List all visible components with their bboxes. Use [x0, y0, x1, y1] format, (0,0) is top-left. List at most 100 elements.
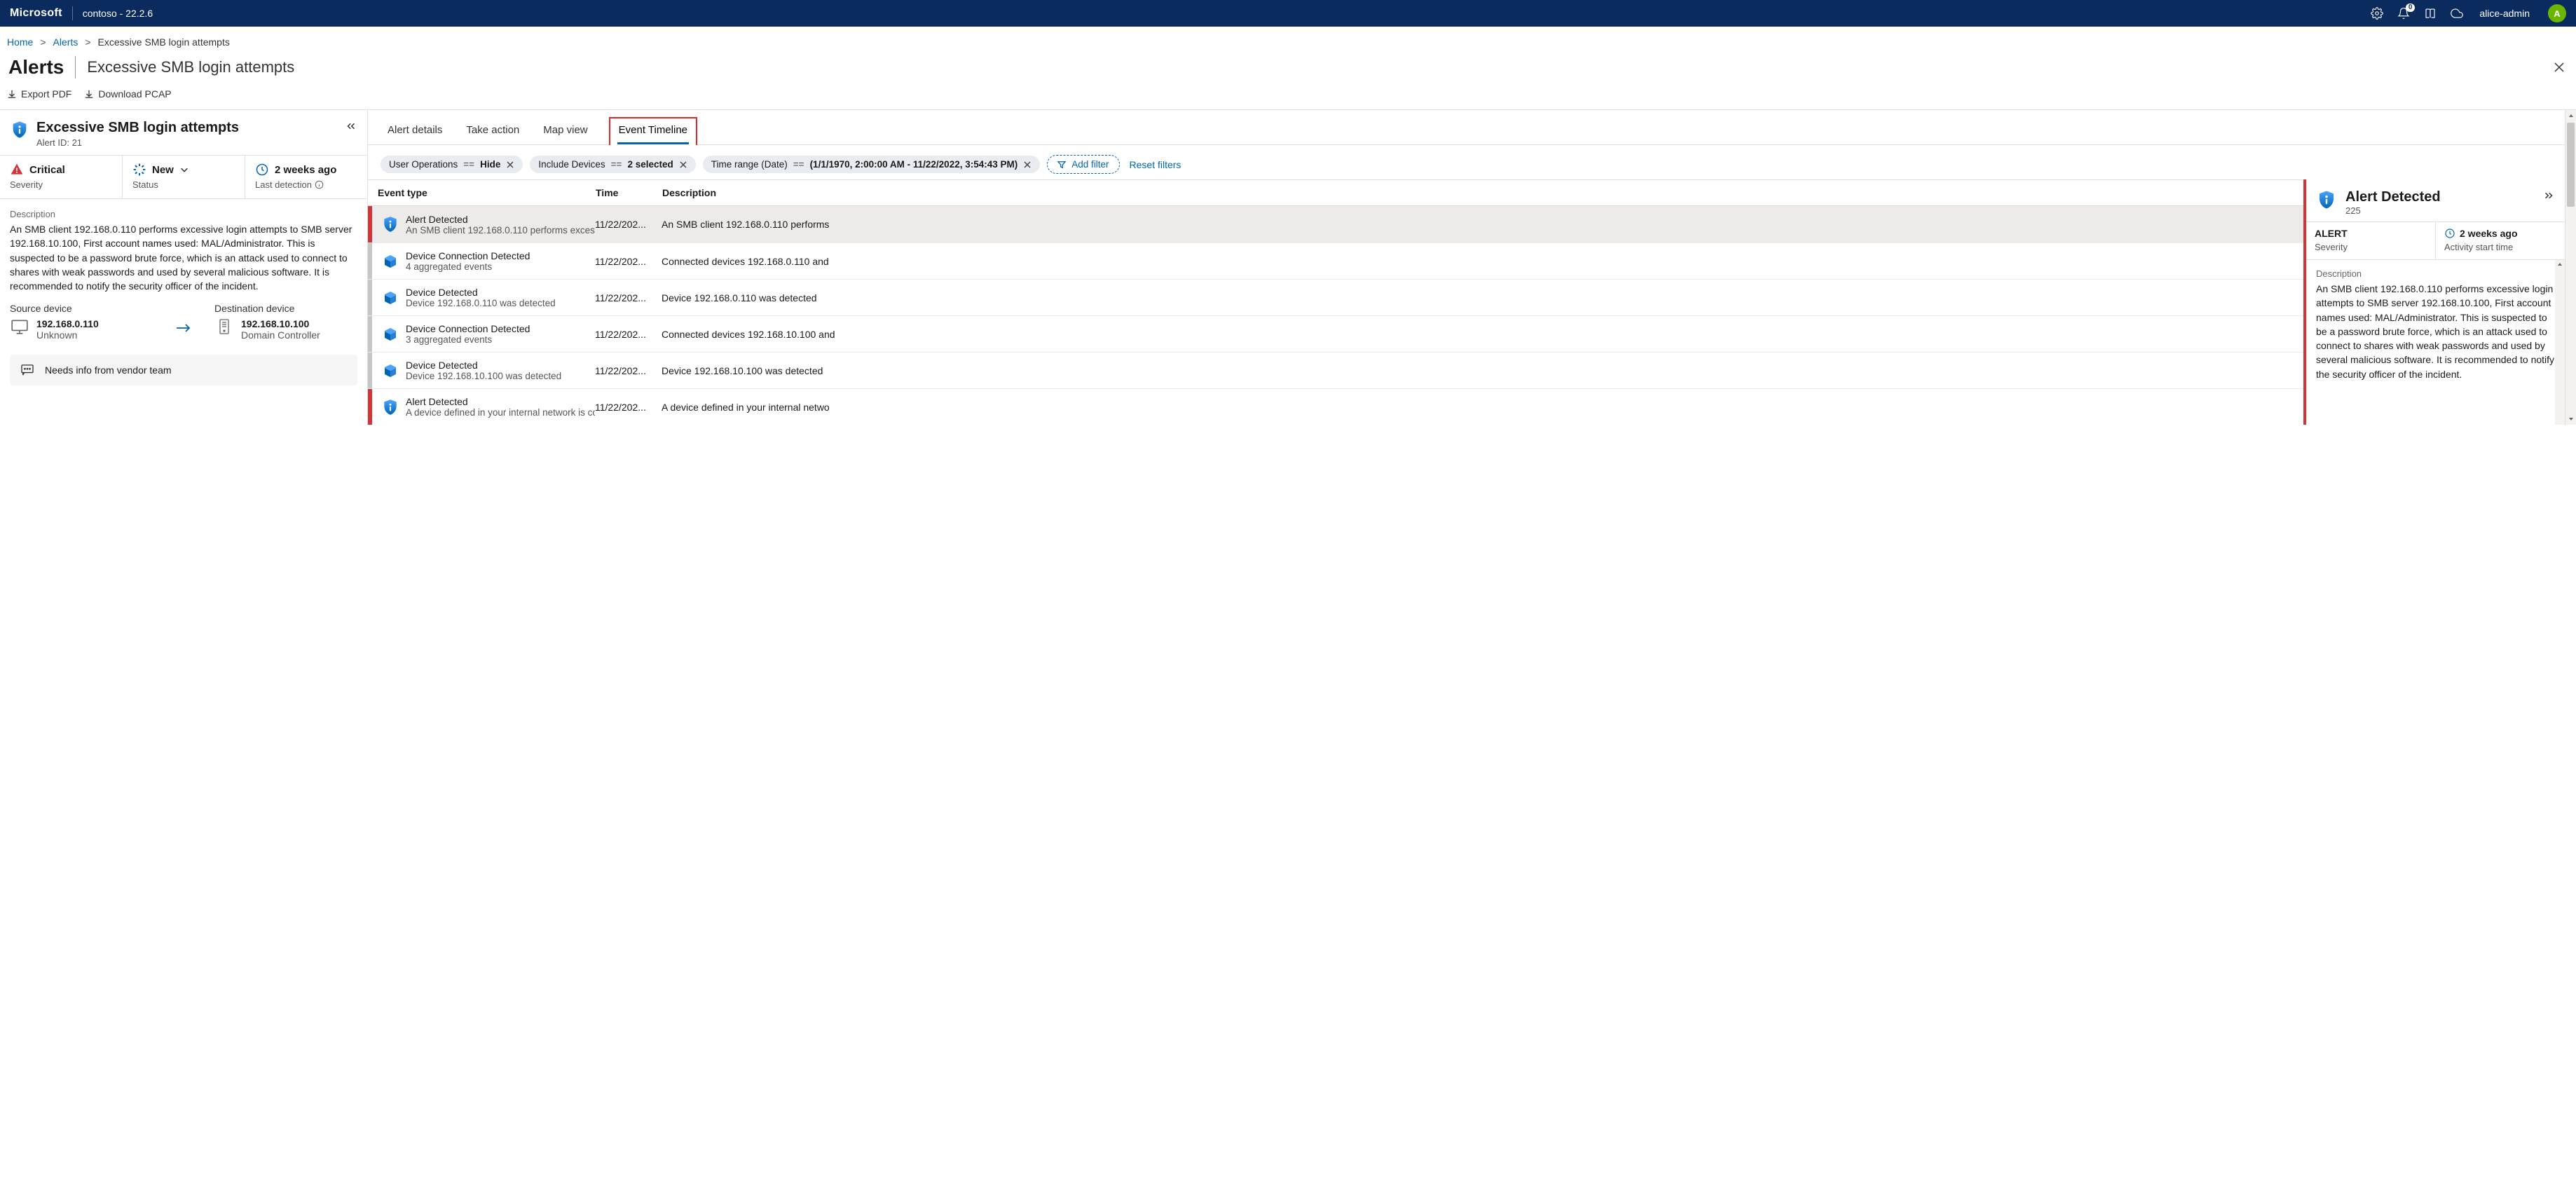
page-scrollbar[interactable] — [2565, 110, 2576, 425]
command-bar: Export PDF Download PCAP — [0, 84, 2576, 109]
table-row[interactable]: Device Connection Detected4 aggregated e… — [368, 243, 2306, 279]
tab-bar: Alert details Take action Map view Event… — [368, 110, 2565, 145]
export-pdf-button[interactable]: Export PDF — [7, 88, 71, 100]
cloud-icon — [2451, 7, 2463, 20]
user-name-label: alice-admin — [2479, 8, 2530, 19]
filter-chip-include-devices[interactable]: Include Devices == 2 selected — [530, 156, 695, 173]
library-button[interactable] — [2423, 6, 2437, 20]
row-time: 11/22/202... — [595, 329, 662, 340]
close-button[interactable] — [2551, 59, 2568, 76]
remove-filter-icon[interactable] — [679, 161, 687, 169]
download-icon — [7, 89, 17, 99]
tenant-label: contoso - 22.2.6 — [83, 8, 153, 19]
row-description: Device 192.168.10.100 was detected — [662, 365, 2298, 376]
needs-info-banner[interactable]: Needs info from vendor team — [10, 355, 357, 385]
table-row[interactable]: Alert DetectedA device defined in your i… — [368, 388, 2306, 425]
close-icon — [2554, 62, 2565, 73]
event-detail-panel: Alert Detected 225 ALERT Severity — [2306, 179, 2565, 425]
col-header-description[interactable]: Description — [662, 187, 2298, 198]
tab-take-action[interactable]: Take action — [463, 117, 522, 144]
last-detection-label: Last detection — [255, 179, 312, 190]
status-dropdown-button[interactable] — [179, 165, 189, 175]
filter-chip-user-operations[interactable]: User Operations == Hide — [381, 156, 523, 173]
row-time: 11/22/202... — [595, 292, 662, 303]
alert-id: Alert ID: 21 — [36, 137, 239, 148]
table-row[interactable]: Device Detected Device 192.168.10.100 was… — [368, 352, 2306, 388]
expand-detail-button[interactable] — [2542, 189, 2555, 216]
row-subtitle: 3 aggregated events — [406, 334, 595, 345]
comment-icon — [21, 364, 34, 376]
table-row[interactable]: Device DetectedDevice 192.168.0.110 was … — [368, 279, 2306, 315]
status-value: New — [152, 164, 174, 176]
filter-chip-time-range[interactable]: Time range (Date) == (1/1/1970, 2:00:00 … — [703, 156, 1041, 173]
row-title: Device Detected — [406, 360, 595, 371]
breadcrumb: Home > Alerts > Excessive SMB login atte… — [0, 27, 2576, 53]
critical-icon — [10, 163, 24, 177]
cloud-button[interactable] — [2450, 6, 2464, 20]
user-avatar[interactable]: A — [2548, 4, 2566, 22]
page-header: Alerts Excessive SMB login attempts — [0, 53, 2576, 84]
table-row[interactable]: Alert DetectedAn SMB client 192.168.0.11… — [368, 206, 2306, 243]
detail-scrollbar[interactable] — [2555, 260, 2565, 425]
notifications-button[interactable]: 0 — [2397, 6, 2411, 20]
destination-role: Domain Controller — [241, 329, 320, 341]
destination-device-heading: Destination device — [214, 303, 357, 314]
info-icon[interactable] — [315, 180, 324, 189]
device-cube-icon — [375, 253, 406, 270]
row-subtitle: Device 192.168.0.110 was detected — [406, 298, 595, 308]
breadcrumb-home[interactable]: Home — [7, 36, 33, 48]
alert-shield-icon — [10, 120, 29, 139]
tab-event-timeline[interactable]: Event Timeline — [609, 117, 697, 145]
row-description: A device defined in your internal netwo — [662, 402, 2298, 413]
row-time: 11/22/202... — [595, 219, 662, 230]
tab-alert-details[interactable]: Alert details — [385, 117, 445, 144]
page-subtitle: Excessive SMB login attempts — [87, 58, 294, 76]
nav-divider — [72, 6, 73, 20]
row-title: Device Connection Detected — [406, 250, 595, 261]
col-header-event[interactable]: Event type — [375, 187, 596, 198]
row-description: An SMB client 192.168.0.110 performs — [662, 219, 2298, 230]
settings-button[interactable] — [2370, 6, 2384, 20]
add-filter-button[interactable]: Add filter — [1047, 155, 1119, 174]
device-cube-icon — [375, 362, 406, 379]
tab-map-view[interactable]: Map view — [540, 117, 590, 144]
row-description: Connected devices 192.168.0.110 and — [662, 256, 2298, 267]
col-header-time[interactable]: Time — [596, 187, 662, 198]
row-subtitle: An SMB client 192.168.0.110 performs exc… — [406, 225, 595, 235]
row-description: Device 192.168.0.110 was detected — [662, 292, 2298, 303]
download-icon — [84, 89, 94, 99]
source-device-heading: Source device — [10, 303, 153, 314]
row-title: Alert Detected — [406, 214, 595, 225]
detail-description-body: An SMB client 192.168.0.110 performs exc… — [2316, 282, 2555, 381]
detail-activity-label: Activity start time — [2444, 242, 2556, 252]
remove-filter-icon[interactable] — [506, 161, 514, 169]
alert-shield-icon — [2316, 189, 2337, 210]
detail-title: Alert Detected — [2345, 189, 2441, 205]
table-row[interactable]: Device Connection Detected3 aggregated e… — [368, 315, 2306, 352]
reset-filters-button[interactable]: Reset filters — [1130, 159, 1181, 170]
clock-icon — [255, 163, 269, 177]
breadcrumb-alerts[interactable]: Alerts — [53, 36, 78, 48]
remove-filter-icon[interactable] — [1023, 161, 1032, 169]
severity-label: Severity — [10, 179, 112, 190]
collapse-panel-button[interactable] — [345, 120, 357, 135]
detail-description-heading: Description — [2316, 268, 2555, 279]
alert-title: Excessive SMB login attempts — [36, 120, 239, 136]
filter-icon — [1057, 161, 1066, 169]
connection-arrow-icon — [170, 303, 198, 334]
alert-shield-icon — [375, 398, 406, 416]
description-heading: Description — [10, 209, 357, 219]
severity-value: Critical — [29, 164, 65, 176]
filter-bar: User Operations == Hide Include Devices … — [368, 145, 2565, 179]
detail-activity-value: 2 weeks ago — [2460, 228, 2518, 239]
detail-number: 225 — [2345, 205, 2441, 216]
row-time: 11/22/202... — [595, 256, 662, 267]
chevron-double-left-icon — [345, 120, 357, 132]
status-label: Status — [132, 179, 235, 190]
source-role: Unknown — [36, 329, 99, 341]
destination-ip: 192.168.10.100 — [241, 318, 320, 329]
breadcrumb-sep: > — [85, 36, 90, 48]
needs-info-label: Needs info from vendor team — [45, 364, 172, 376]
row-description: Connected devices 192.168.10.100 and — [662, 329, 2298, 340]
download-pcap-button[interactable]: Download PCAP — [84, 88, 171, 100]
